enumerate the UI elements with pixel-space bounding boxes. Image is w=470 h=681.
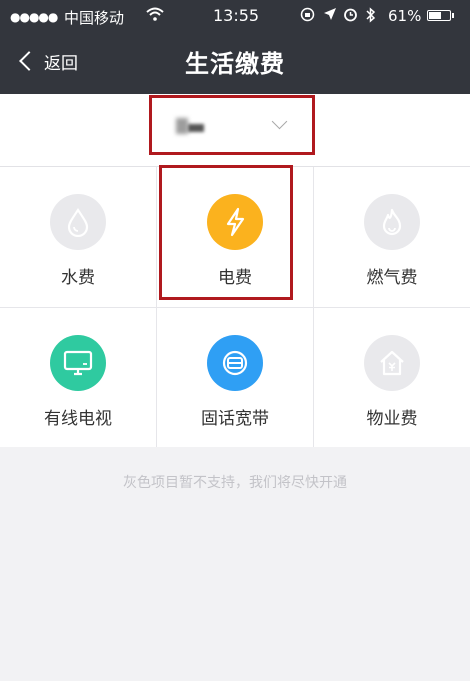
account-selector[interactable] bbox=[149, 95, 315, 155]
wifi-icon bbox=[146, 7, 164, 25]
service-label: 电费 bbox=[218, 268, 252, 288]
service-water[interactable]: 水费 bbox=[0, 167, 156, 307]
service-label: 固话宽带 bbox=[201, 409, 269, 429]
service-grid: 水费 电费 燃气费 有线电视 固话宽带 物业费 bbox=[0, 167, 470, 447]
flame-icon bbox=[364, 194, 420, 250]
carrier-name: 中国移动 bbox=[64, 9, 125, 27]
water-drop-icon bbox=[50, 194, 106, 250]
bluetooth-icon bbox=[365, 7, 376, 27]
service-electricity[interactable]: 电费 bbox=[157, 167, 313, 307]
location-icon bbox=[323, 7, 337, 25]
nav-header: ●●●●● 中国移动 13:55 61% 返回 生活缴费 bbox=[0, 0, 470, 94]
account-selector-bar bbox=[0, 94, 470, 167]
lightning-icon bbox=[207, 194, 263, 250]
service-cable-tv[interactable]: 有线电视 bbox=[0, 308, 156, 448]
service-label: 物业费 bbox=[366, 409, 418, 429]
page-title: 生活缴费 bbox=[185, 50, 285, 78]
service-property[interactable]: 物业费 bbox=[314, 308, 470, 448]
service-broadband[interactable]: 固话宽带 bbox=[157, 308, 313, 448]
battery-level bbox=[429, 12, 441, 19]
grid-divider bbox=[0, 307, 470, 308]
app: ●●●●● 中国移动 13:55 61% 返回 生活缴费 水费 电费 燃气费 有… bbox=[0, 0, 470, 681]
blurred-account-name bbox=[176, 118, 188, 134]
service-label: 有线电视 bbox=[44, 409, 112, 429]
signal-icon: ●●●●● bbox=[10, 10, 58, 24]
service-gas[interactable]: 燃气费 bbox=[314, 167, 470, 307]
status-time: 13:55 bbox=[213, 6, 260, 25]
battery-percent: 61% bbox=[388, 7, 422, 25]
notice-area: 灰色项目暂不支持，我们将尽快开通 bbox=[0, 448, 470, 681]
rotation-lock-icon bbox=[300, 7, 315, 26]
service-label: 水费 bbox=[61, 268, 95, 288]
blurred-account-name bbox=[188, 124, 204, 132]
house-icon bbox=[364, 335, 420, 391]
broadband-icon bbox=[207, 335, 263, 391]
chevron-down-icon bbox=[271, 113, 288, 130]
tv-icon bbox=[50, 335, 106, 391]
status-bar: ●●●●● 中国移动 13:55 61% bbox=[0, 0, 470, 32]
service-label: 燃气费 bbox=[366, 268, 418, 288]
battery-icon bbox=[427, 10, 451, 21]
notice-text: 灰色项目暂不支持，我们将尽快开通 bbox=[123, 475, 347, 491]
alarm-icon bbox=[343, 7, 358, 26]
battery-tip bbox=[452, 13, 454, 18]
